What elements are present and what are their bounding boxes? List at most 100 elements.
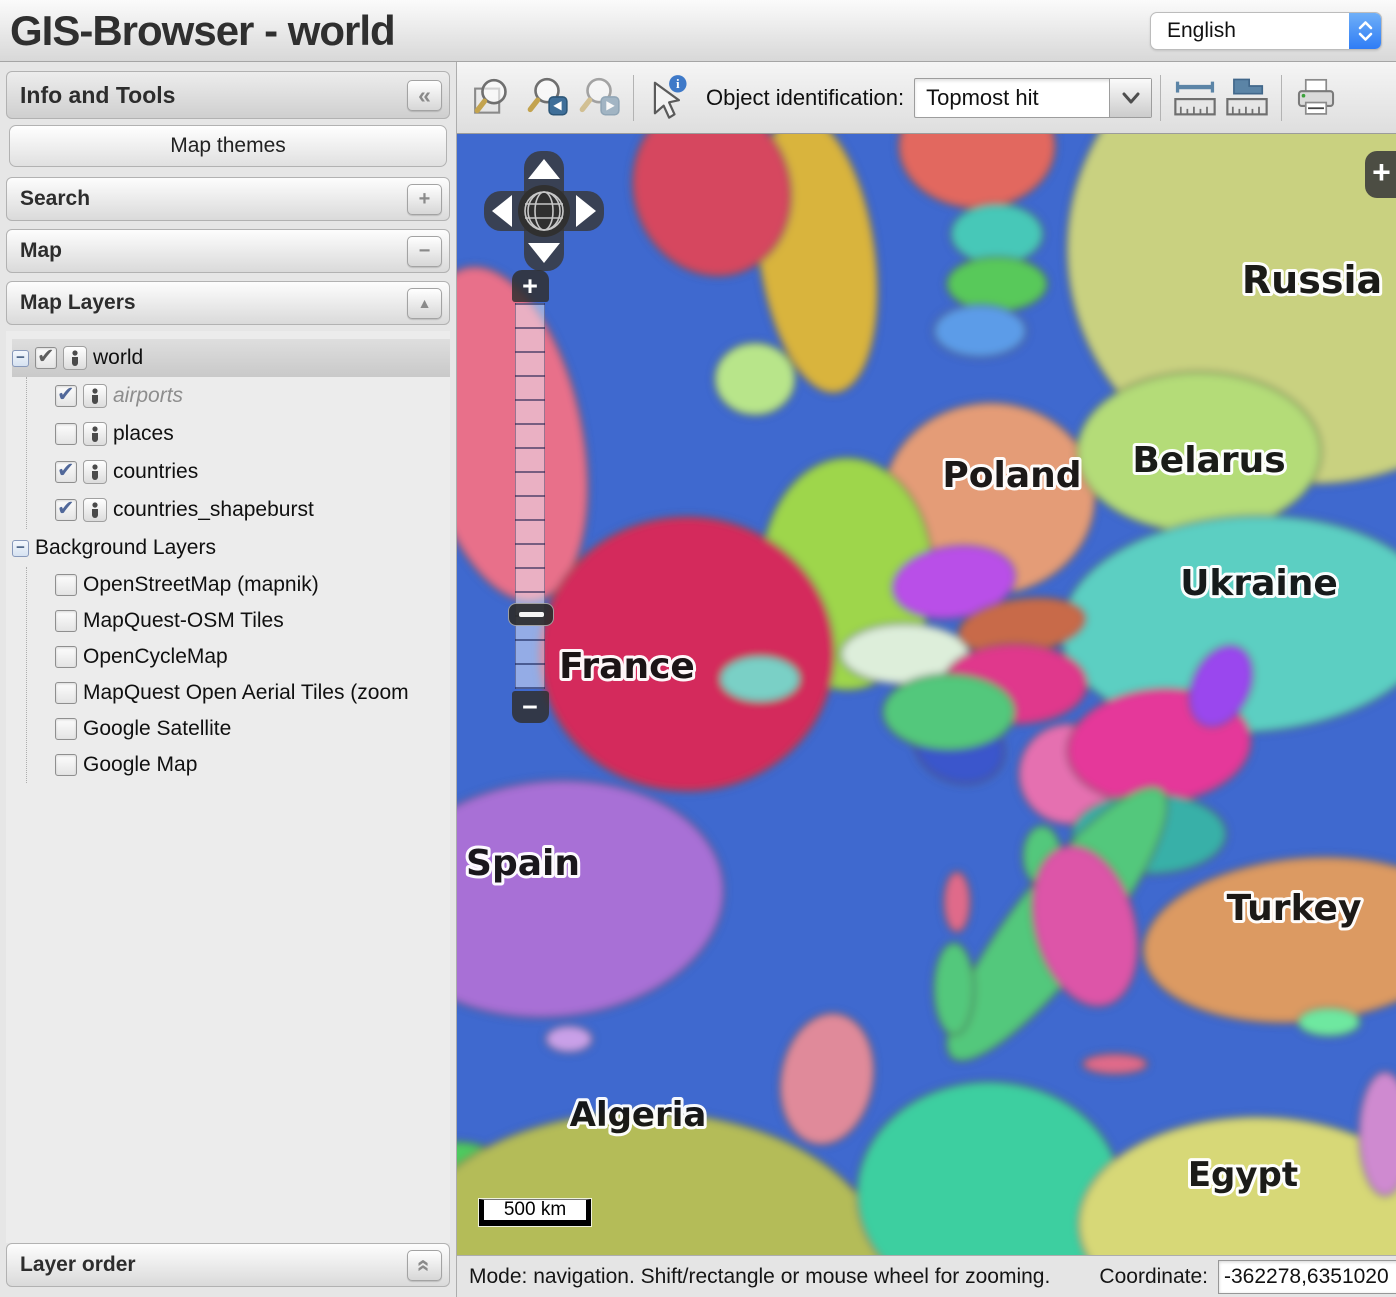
printer-icon [1291,73,1341,123]
layer-row-countries[interactable]: countries [55,453,450,491]
layer-row-openstreetmap[interactable]: OpenStreetMap (mapnik) [55,567,450,603]
language-select[interactable]: English [1150,12,1382,50]
world-info-icon[interactable] [63,346,87,370]
zoom-slider: + − [507,270,553,723]
collapse-map-layers-button[interactable]: ▲ [407,288,442,319]
measure-area-button[interactable] [1221,69,1273,127]
layer-tree: − world airports [6,331,450,1243]
expand-search-button[interactable]: + [407,184,442,215]
mapquest-aerial-checkbox[interactable] [55,682,77,704]
layer-row-airports[interactable]: airports [55,377,450,415]
info-person-icon [68,350,82,366]
map-region-sardinia[interactable] [934,943,974,1035]
layer-row-world[interactable]: − world [12,339,450,377]
info-tools-title: Info and Tools [20,82,175,109]
layer-row-places[interactable]: places [55,415,450,453]
map-region-denmark[interactable] [715,343,795,415]
identify-cursor-icon: i [644,74,692,122]
zoom-next-button[interactable] [573,69,625,127]
measure-length-button[interactable] [1169,69,1221,127]
map-themes-button[interactable]: Map themes [9,125,447,167]
map-region-switzerland[interactable] [720,656,800,702]
collapse-sidebar-button[interactable]: « [407,80,442,111]
mode-text: Mode: navigation. Shift/rectangle or mou… [469,1265,1050,1289]
airports-checkbox[interactable] [55,385,77,407]
zoom-full-extent-icon [472,75,518,121]
layer-row-opencyclemap[interactable]: OpenCycleMap [55,639,450,675]
layer-order-panel-header[interactable]: Layer order « [6,1243,450,1287]
countries-info-icon[interactable] [83,460,107,484]
map-region-italy-north[interactable] [883,674,1015,750]
chevron-down-icon[interactable] [1109,79,1151,117]
sidebar: Info and Tools « Map themes Search + Map… [0,62,457,1297]
zoom-previous-button[interactable] [521,69,573,127]
map-column: i Object identification: Topmost hit [457,62,1396,1297]
zoom-slider-handle[interactable] [508,603,554,626]
map-region-balearic[interactable] [546,1026,592,1052]
map-label-algeria: Algeria [570,1095,707,1135]
map-region-corsica[interactable] [944,872,970,932]
map-label-spain: Spain [466,843,580,884]
zoom-slider-track[interactable] [515,303,545,689]
map-label-france: France [559,646,695,687]
layer-label-opencyclemap: OpenCycleMap [83,645,228,669]
map-canvas[interactable]: RussiaPolandBelarusUkraineFranceSpainTur… [457,134,1396,1255]
layer-label-google-map: Google Map [83,753,197,777]
countries-checkbox[interactable] [55,461,77,483]
pan-pad-icon [483,150,605,272]
map-panel-header[interactable]: Map − [6,229,450,273]
pan-control[interactable] [483,150,605,272]
world-children: airports places countries [26,377,450,529]
google-map-checkbox[interactable] [55,754,77,776]
overview-expand-button[interactable]: + [1365,151,1396,198]
print-button[interactable] [1290,69,1342,127]
identify-tool-button[interactable]: i [642,69,694,127]
map-region-estonia[interactable] [951,204,1043,264]
info-person-icon [88,464,102,480]
select-stepper-icon[interactable] [1349,12,1381,50]
info-person-icon [88,426,102,442]
background-layers-children: OpenStreetMap (mapnik) MapQuest-OSM Tile… [26,567,450,783]
coordinate-input[interactable] [1218,1260,1396,1294]
map-label-poland: Poland [942,455,1081,496]
countries-shapeburst-checkbox[interactable] [55,499,77,521]
zoom-in-button[interactable]: + [512,270,549,302]
countries-shapeburst-info-icon[interactable] [83,498,107,522]
map-label-ukraine: Ukraine [1180,563,1338,604]
map-layers-panel-title: Map Layers [20,291,136,315]
expand-layer-order-button[interactable]: « [407,1250,442,1281]
zoom-out-button[interactable]: − [512,691,549,723]
map-toolbar: i Object identification: Topmost hit [457,62,1396,134]
google-satellite-checkbox[interactable] [55,718,77,740]
collapse-map-panel-button[interactable]: − [407,236,442,267]
language-select-value: English [1151,19,1236,43]
places-checkbox[interactable] [55,423,77,445]
map-layers-panel-header[interactable]: Map Layers ▲ [6,281,450,325]
zoom-full-extent-button[interactable] [469,69,521,127]
layer-row-countries-shapeburst[interactable]: countries_shapeburst [55,491,450,529]
openstreetmap-checkbox[interactable] [55,574,77,596]
layer-row-mapquest-osm[interactable]: MapQuest-OSM Tiles [55,603,450,639]
map-label-turkey: Turkey [1227,888,1362,929]
layer-row-mapquest-aerial[interactable]: MapQuest Open Aerial Tiles (zoom [55,675,450,711]
layer-row-google-satellite[interactable]: Google Satellite [55,711,450,747]
opencyclemap-checkbox[interactable] [55,646,77,668]
collapse-background-layers-icon[interactable]: − [12,540,29,557]
layer-label-mapquest-aerial: MapQuest Open Aerial Tiles (zoom [83,681,409,705]
layer-row-background-layers[interactable]: − Background Layers [12,529,450,567]
map-region-crete[interactable] [1083,1054,1147,1074]
search-panel-header[interactable]: Search + [6,177,450,221]
map-region-cyprus[interactable] [1298,1008,1360,1036]
scale-bar: 500 km [479,1199,591,1226]
collapse-world-node-icon[interactable]: − [12,350,29,367]
layer-label-world: world [93,346,143,370]
map-region-latvia[interactable] [947,257,1047,311]
airports-info-icon[interactable] [83,384,107,408]
page-title: GIS-Browser - world [10,7,395,55]
map-region-lithuania[interactable] [934,305,1026,357]
mapquest-osm-checkbox[interactable] [55,610,77,632]
places-info-icon[interactable] [83,422,107,446]
world-checkbox[interactable] [35,347,57,369]
object-identification-select[interactable]: Topmost hit [914,78,1152,118]
layer-row-google-map[interactable]: Google Map [55,747,450,783]
